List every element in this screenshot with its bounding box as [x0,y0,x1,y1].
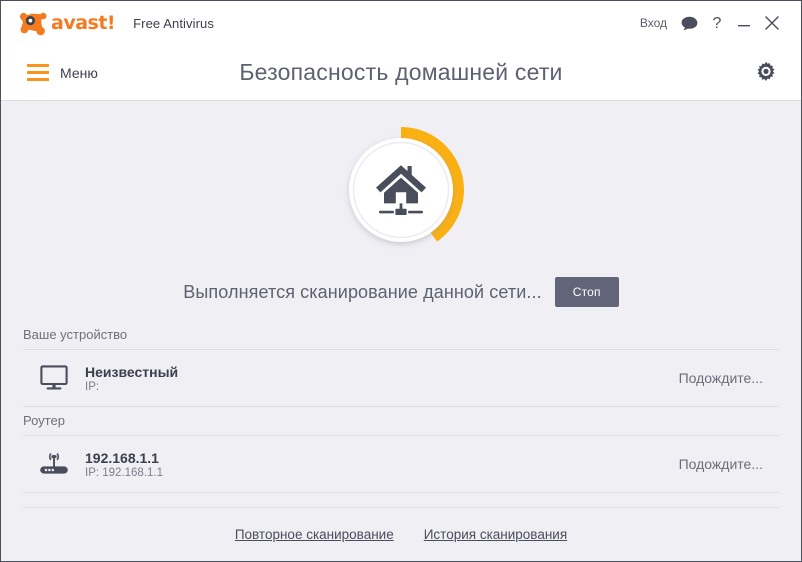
minimize-icon[interactable] [731,9,757,37]
table-row[interactable]: 192.168.1.1 IP: 192.168.1.1 Подождите... [23,435,779,493]
stop-button[interactable]: Стоп [554,277,619,307]
brand-area: avast! Free Antivirus [19,9,214,37]
section-label-router: Роутер [23,413,65,428]
router-icon [31,450,77,478]
device-ip: IP: [85,380,100,393]
page-title: Безопасность домашней сети [239,59,563,85]
device-info: Неизвестный IP: [77,364,679,393]
section-label-your-device: Ваше устройство [23,327,128,342]
monitor-icon [31,365,77,391]
scan-status-text: Выполняется сканирование данной сети... [183,281,542,302]
device-status: Подождите... [678,456,763,472]
avast-window: avast! Free Antivirus Вход ? Меню Безопа… [0,0,802,562]
help-question-icon[interactable]: ? [703,9,731,37]
product-name: Free Antivirus [133,15,214,31]
close-icon[interactable] [757,9,787,37]
main-content: Выполняется сканирование данной сети... … [1,101,801,561]
window-controls: Вход ? [632,9,787,37]
menu-button-label: Меню [60,64,98,81]
login-link[interactable]: Вход [632,12,675,34]
menu-button[interactable]: Меню [27,64,98,81]
device-info: 192.168.1.1 IP: 192.168.1.1 [77,450,679,479]
device-status: Подождите... [678,370,763,386]
progress-arc [349,127,464,242]
avast-logo: avast! [19,9,116,37]
scan-progress-ring [334,123,468,257]
avast-ball-icon [19,12,47,36]
svg-text:?: ? [713,15,722,32]
rescan-link[interactable]: Повторное сканирование [235,527,394,542]
scan-history-link[interactable]: История сканирования [424,527,567,542]
device-lists: Ваше устройство Неизвестный IP: Подождит… [1,321,801,493]
device-ip: IP: 192.168.1.1 [85,466,164,479]
chat-bubble-icon[interactable] [675,9,703,37]
hamburger-icon [27,64,49,81]
avast-wordmark: avast! [51,11,116,34]
gear-icon [757,61,775,81]
device-name: 192.168.1.1 [85,449,159,466]
scan-area: Выполняется сканирование данной сети... … [1,101,801,307]
footer-links: Повторное сканирование История сканирова… [23,507,779,561]
scan-status-row: Выполняется сканирование данной сети... … [1,277,801,307]
settings-button[interactable] [749,56,783,90]
header-bar: Меню Безопасность домашней сети [1,45,801,101]
title-bar: avast! Free Antivirus Вход ? [1,1,801,45]
table-row[interactable]: Неизвестный IP: Подождите... [23,349,779,407]
device-name: Неизвестный [85,363,179,380]
